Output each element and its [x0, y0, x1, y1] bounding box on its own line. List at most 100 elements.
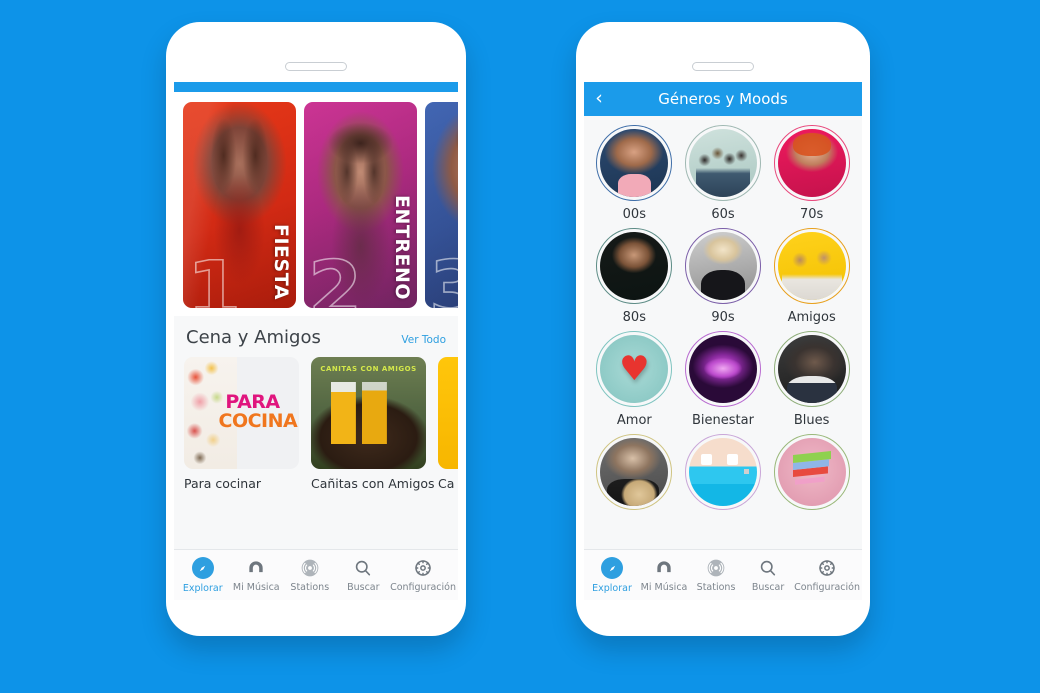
genre-grid[interactable]: 00s 60s 70s 80s 90s Amigos ♥ Amor Bienes…: [584, 116, 862, 549]
playlist-label: Para cocinar: [184, 476, 261, 491]
genre-artwork: [600, 335, 669, 403]
tab-label: Configuración: [794, 582, 860, 593]
hero-number: 2: [307, 246, 363, 308]
tab-label: Configuración: [390, 582, 456, 593]
headphones-icon: [246, 558, 266, 578]
bottom-tabbar-right[interactable]: Explorar Mi Música Stations Buscar Confi…: [584, 549, 862, 600]
genre-item[interactable]: 80s: [590, 228, 679, 325]
genre-item[interactable]: [679, 434, 768, 516]
genre-item[interactable]: Amigos: [767, 228, 856, 325]
playlist-artwork: PARA COCINAR: [184, 357, 299, 469]
genre-artwork: [777, 335, 846, 403]
status-bar: [174, 82, 458, 92]
genre-item[interactable]: 60s: [679, 125, 768, 222]
genre-item[interactable]: Bienestar: [679, 331, 768, 428]
genre-artwork: [777, 438, 846, 506]
hero-card[interactable]: 3: [425, 102, 458, 308]
tab-label: Buscar: [347, 582, 380, 593]
broadcast-icon: [706, 558, 726, 578]
phone-right: ‹ Géneros y Moods 00s 60s 70s 80s 90s Am…: [576, 22, 870, 636]
tab-label: Buscar: [751, 582, 785, 593]
genre-artwork: [688, 335, 757, 403]
genre-artwork: [600, 232, 669, 300]
genre-ring: [596, 434, 673, 510]
genre-artwork: [688, 232, 757, 300]
genre-label: 60s: [711, 207, 735, 222]
genre-item[interactable]: Amor: [590, 331, 679, 428]
playlist-tile[interactable]: CAÑITAS CON AMIGOS Cañitas con Amigos: [311, 357, 435, 491]
genre-ring: [596, 331, 673, 407]
earpiece-speaker: [285, 62, 347, 71]
hero-card[interactable]: 2 ENTRENO: [304, 102, 417, 308]
hero-carousel[interactable]: 1 FIESTA 2 ENTRENO 3: [174, 92, 458, 316]
genre-item[interactable]: 00s: [590, 125, 679, 222]
hero-number: 3: [428, 246, 458, 308]
tab-stations[interactable]: Stations: [690, 558, 742, 593]
section-title: Cena y Amigos: [186, 327, 321, 348]
search-icon: [353, 558, 373, 578]
earpiece-speaker: [692, 62, 754, 71]
app-bar: ‹ Géneros y Moods: [584, 82, 862, 116]
search-icon: [758, 558, 778, 578]
tab-configuracion[interactable]: Configuración: [390, 558, 456, 593]
genre-artwork: [600, 438, 669, 506]
playlist-tile[interactable]: Ca: [438, 357, 458, 491]
playlist-artwork: CAÑITAS CON AMIGOS: [311, 357, 426, 469]
tab-explorar[interactable]: Explorar: [176, 557, 230, 594]
tab-buscar[interactable]: Buscar: [742, 558, 794, 593]
genre-ring: [596, 125, 673, 201]
hero-word: FIESTA: [270, 224, 292, 300]
tab-label: Stations: [290, 582, 330, 593]
phone-left: 1 FIESTA 2 ENTRENO 3 Cena y Amigos Ver T…: [166, 22, 466, 636]
hero-number: 1: [186, 246, 242, 308]
playlist-label: Cañitas con Amigos: [311, 476, 435, 491]
broadcast-icon: [300, 558, 320, 578]
headphones-icon: [654, 558, 674, 578]
tab-mi-musica[interactable]: Mi Música: [230, 558, 284, 593]
genre-label: Amigos: [787, 310, 836, 325]
playlist-tile[interactable]: PARA COCINAR Para cocinar: [184, 357, 299, 491]
tab-explorar[interactable]: Explorar: [586, 557, 638, 594]
genre-item[interactable]: [590, 434, 679, 516]
genre-ring: [596, 228, 673, 304]
genre-ring: [773, 331, 850, 407]
genre-label: Amor: [616, 413, 652, 428]
genre-ring: [773, 125, 850, 201]
genre-artwork: [777, 232, 846, 300]
genre-artwork: [688, 438, 757, 506]
artwork-word-2: COCINAR: [218, 409, 300, 432]
hero-card[interactable]: 1 FIESTA: [183, 102, 296, 308]
genre-item[interactable]: Blues: [767, 331, 856, 428]
genre-artwork: [600, 129, 669, 197]
see-all-link[interactable]: Ver Todo: [401, 334, 446, 346]
genre-item[interactable]: 70s: [767, 125, 856, 222]
playlist-row[interactable]: PARA COCINAR Para cocinar CAÑITAS CON AM…: [174, 357, 458, 491]
section-header: Cena y Amigos Ver Todo: [174, 316, 458, 357]
tab-stations[interactable]: Stations: [283, 558, 337, 593]
compass-icon: [191, 557, 214, 579]
tab-buscar[interactable]: Buscar: [337, 558, 391, 593]
gear-icon: [817, 558, 837, 578]
genre-ring: [684, 125, 761, 201]
genre-label: 70s: [799, 207, 824, 222]
genre-artwork: [777, 129, 846, 197]
genre-ring: [684, 434, 761, 510]
genre-label: 90s: [711, 310, 735, 325]
playlist-label: Ca: [438, 476, 455, 491]
genre-item[interactable]: [767, 434, 856, 516]
tab-label: Explorar: [592, 583, 632, 594]
artwork-text: CAÑITAS CON AMIGOS: [320, 364, 417, 373]
tab-mi-musica[interactable]: Mi Música: [638, 558, 690, 593]
tab-label: Mi Música: [640, 582, 688, 593]
genre-artwork: [688, 129, 757, 197]
genre-label: 00s: [622, 207, 646, 222]
genre-ring: [773, 228, 850, 304]
genre-ring: [684, 331, 761, 407]
gear-icon: [413, 558, 433, 578]
genre-item[interactable]: 90s: [679, 228, 768, 325]
chevron-left-icon[interactable]: ‹: [584, 88, 614, 110]
bottom-tabbar-left[interactable]: Explorar Mi Música Stations Buscar Confi…: [174, 549, 458, 600]
tab-label: Stations: [696, 582, 736, 593]
tab-configuracion[interactable]: Configuración: [794, 558, 860, 593]
genre-label: Bienestar: [692, 413, 754, 428]
